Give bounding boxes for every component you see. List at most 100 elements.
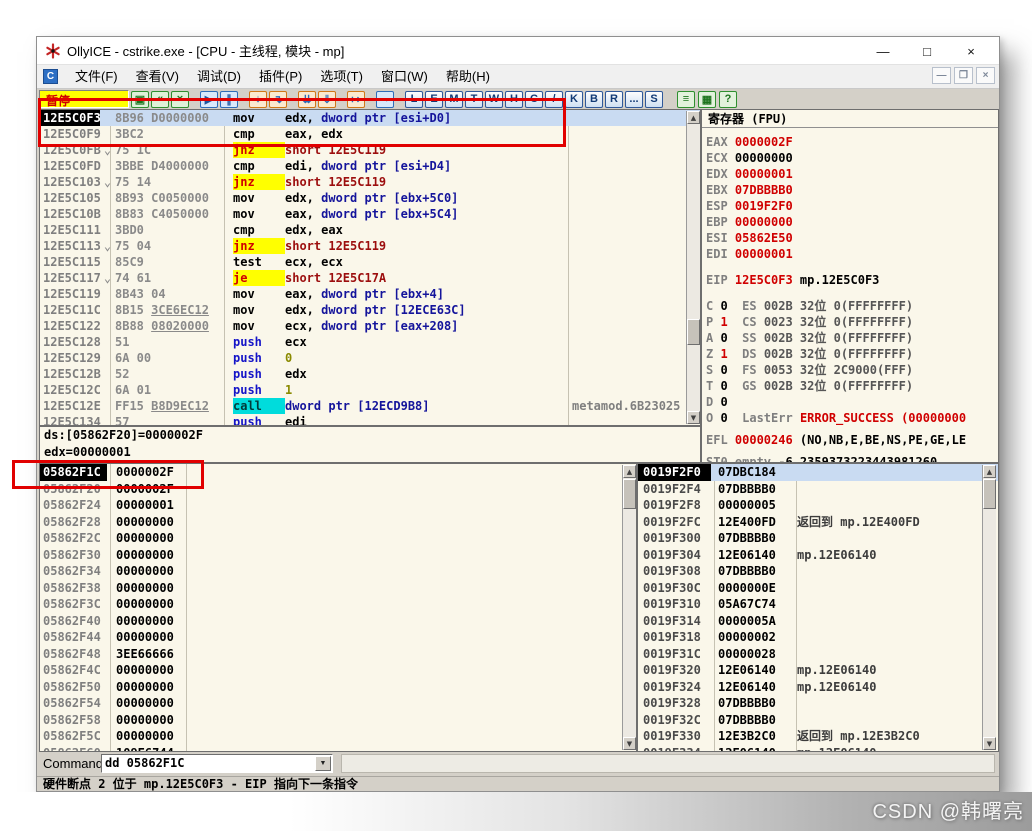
scroll-thumb[interactable] — [983, 479, 996, 509]
dump-row[interactable]: 05862F5C00000000 — [40, 728, 636, 745]
run-button[interactable]: ▶ — [200, 91, 218, 108]
handles-button[interactable]: H — [505, 91, 523, 108]
patches-button[interactable]: / — [545, 91, 563, 108]
menu-item-0[interactable]: 文件(F) — [66, 66, 127, 88]
step-over-button[interactable]: ↴ — [269, 91, 287, 108]
stack-row[interactable]: 0019F2F007DBC184 — [638, 464, 998, 481]
menu-item-4[interactable]: 选项(T) — [311, 66, 372, 88]
disasm-row[interactable]: 12E5C1228B88 08020000movecx, dword ptr [… — [40, 318, 700, 334]
stack-row[interactable]: 0019F31C00000028 — [638, 646, 998, 663]
close-program-button[interactable]: × — [171, 91, 189, 108]
dump-row[interactable]: 05862F1C0000002F — [40, 464, 636, 481]
title-bar[interactable]: OllyICE - cstrike.exe - [CPU - 主线程, 模块 -… — [37, 37, 999, 65]
menu-item-3[interactable]: 插件(P) — [250, 66, 311, 88]
stack-row[interactable]: 0019F2F800000005 — [638, 497, 998, 514]
call-stack-button[interactable]: K — [565, 91, 583, 108]
dump-row[interactable]: 05862F200000002F — [40, 481, 636, 498]
scroll-down-icon[interactable]: ▼ — [623, 737, 636, 750]
stack-row[interactable]: 0019F3140000005A — [638, 613, 998, 630]
register-line[interactable]: EDI 00000001 — [706, 246, 998, 262]
help-button[interactable]: ? — [719, 91, 737, 108]
disasm-row[interactable]: 12E5C0FD3BBE D4000000cmpedi, dword ptr [… — [40, 158, 700, 174]
step-into-button[interactable]: ↓ — [249, 91, 267, 108]
dump-row[interactable]: 05862F3800000000 — [40, 580, 636, 597]
register-line[interactable]: S 0 FS 0053 32位 2C9000(FFF) — [706, 362, 998, 378]
stack-row[interactable]: 0019F2F407DBBBB0 — [638, 481, 998, 498]
stack-row[interactable]: 0019F31005A67C74 — [638, 596, 998, 613]
register-line[interactable]: C 0 ES 002B 32位 0(FFFFFFFF) — [706, 298, 998, 314]
scroll-thumb[interactable] — [623, 479, 636, 509]
scroll-up-icon[interactable]: ▲ — [687, 111, 700, 124]
goto-button[interactable]: → — [376, 91, 394, 108]
stack-row[interactable]: 0019F31800000002 — [638, 629, 998, 646]
scroll-down-icon[interactable]: ▼ — [983, 737, 996, 750]
disassembly-pane[interactable]: 12E5C0F38B96 D0000000movedx, dword ptr [… — [39, 109, 701, 426]
dump-row[interactable]: 05862F5000000000 — [40, 679, 636, 696]
stack-row[interactable]: 0019F32807DBBBB0 — [638, 695, 998, 712]
memory-map-button[interactable]: M — [445, 91, 463, 108]
run-trace-button[interactable]: ... — [625, 91, 643, 108]
menu-item-2[interactable]: 调试(D) — [188, 66, 250, 88]
scroll-up-icon[interactable]: ▲ — [983, 465, 996, 478]
disasm-row[interactable]: 12E5C12B52pushedx — [40, 366, 700, 382]
menu-item-5[interactable]: 窗口(W) — [372, 66, 437, 88]
mdi-minimize-button[interactable]: — — [932, 67, 951, 84]
register-line[interactable]: P 1 CS 0023 32位 0(FFFFFFFF) — [706, 314, 998, 330]
memory-dump-pane[interactable]: 05862F1C0000002F05862F200000002F05862F24… — [39, 463, 637, 752]
disasm-row[interactable]: 12E5C117⌄74 61jeshort 12E5C17A — [40, 270, 700, 286]
stack-pane[interactable]: 0019F2F007DBC1840019F2F407DBBBB00019F2F8… — [637, 463, 999, 752]
dump-row[interactable]: 05862F5800000000 — [40, 712, 636, 729]
stack-row[interactable]: 0019F30807DBBBB0 — [638, 563, 998, 580]
disasm-row[interactable]: 12E5C1198B43 04moveax, dword ptr [ebx+4] — [40, 286, 700, 302]
references-button[interactable]: R — [605, 91, 623, 108]
dump-row[interactable]: 05862F3000000000 — [40, 547, 636, 564]
disasm-row[interactable]: 12E5C0FB⌄75 1Cjnzshort 12E5C119 — [40, 142, 700, 158]
register-line[interactable]: D 0 — [706, 394, 998, 410]
register-line[interactable]: ECX 00000000 — [706, 150, 998, 166]
scroll-down-icon[interactable]: ▼ — [687, 411, 700, 424]
cpu-window-button[interactable]: C — [525, 91, 543, 108]
modules-window-button[interactable]: E — [425, 91, 443, 108]
threads-window-button[interactable]: T — [465, 91, 483, 108]
disasm-row[interactable]: 12E5C12851pushecx — [40, 334, 700, 350]
register-line[interactable]: A 0 SS 002B 32位 0(FFFFFFFF) — [706, 330, 998, 346]
stack-row[interactable]: 0019F30007DBBBB0 — [638, 530, 998, 547]
disasm-row[interactable]: 12E5C11C8B15 3CE6EC12movedx, dword ptr [… — [40, 302, 700, 318]
pause-button[interactable]: ∥ — [220, 91, 238, 108]
stack-row[interactable]: 0019F33012E3B2C0返回到 mp.12E3B2C0 — [638, 728, 998, 745]
register-line[interactable]: ESP 0019F2F0 — [706, 198, 998, 214]
register-line[interactable]: ST0 empty -6.2359373223443981260 — [706, 454, 998, 463]
disasm-scrollbar[interactable]: ▲ ▼ — [686, 111, 700, 424]
register-line[interactable]: O 0 LastErr ERROR_SUCCESS (00000000 — [706, 410, 998, 426]
breakpoints-button[interactable]: B — [585, 91, 603, 108]
options-button[interactable]: ≡ — [677, 91, 695, 108]
disasm-row[interactable]: 12E5C12EFF15 B8D9EC12calldword ptr [12EC… — [40, 398, 700, 414]
stack-row[interactable]: 0019F32412E06140mp.12E06140 — [638, 679, 998, 696]
disasm-row[interactable]: 12E5C11585C9testecx, ecx — [40, 254, 700, 270]
stack-row[interactable]: 0019F33412E06140mp.12E06140 — [638, 745, 998, 753]
disasm-row[interactable]: 12E5C103⌄75 14jnzshort 12E5C119 — [40, 174, 700, 190]
dump-row[interactable]: 05862F2C00000000 — [40, 530, 636, 547]
register-line[interactable]: EDX 00000001 — [706, 166, 998, 182]
dump-scrollbar[interactable]: ▲ ▼ — [622, 465, 636, 750]
log-window-button[interactable]: L — [405, 91, 423, 108]
dump-row[interactable]: 05862F2800000000 — [40, 514, 636, 531]
appearance-button[interactable]: ▦ — [698, 91, 716, 108]
mdi-close-button[interactable]: × — [976, 67, 995, 84]
disasm-row[interactable]: 12E5C1296A 00push0 — [40, 350, 700, 366]
disasm-row[interactable]: 12E5C1058B93 C0050000movedx, dword ptr [… — [40, 190, 700, 206]
dump-row[interactable]: 05862F3C00000000 — [40, 596, 636, 613]
disasm-row[interactable]: 12E5C1113BD0cmpedx, eax — [40, 222, 700, 238]
open-file-button[interactable]: ▣ — [131, 91, 149, 108]
register-line[interactable]: EIP 12E5C0F3 mp.12E5C0F3 — [706, 272, 998, 288]
stack-row[interactable]: 0019F30412E06140mp.12E06140 — [638, 547, 998, 564]
mdi-restore-button[interactable]: ❐ — [954, 67, 973, 84]
registers-pane[interactable]: 寄存器 (FPU) EAX 0000002FECX 00000000EDX 00… — [701, 109, 999, 463]
stack-row[interactable]: 0019F32C07DBBBB0 — [638, 712, 998, 729]
register-line[interactable]: EBP 00000000 — [706, 214, 998, 230]
command-input[interactable]: dd 05862F1C ▼ — [101, 754, 333, 773]
register-line[interactable]: EFL 00000246 (NO,NB,E,BE,NS,PE,GE,LE — [706, 432, 998, 448]
dump-row[interactable]: 05862F4400000000 — [40, 629, 636, 646]
scroll-up-icon[interactable]: ▲ — [623, 465, 636, 478]
animate-into-button[interactable]: ⇊ — [298, 91, 316, 108]
